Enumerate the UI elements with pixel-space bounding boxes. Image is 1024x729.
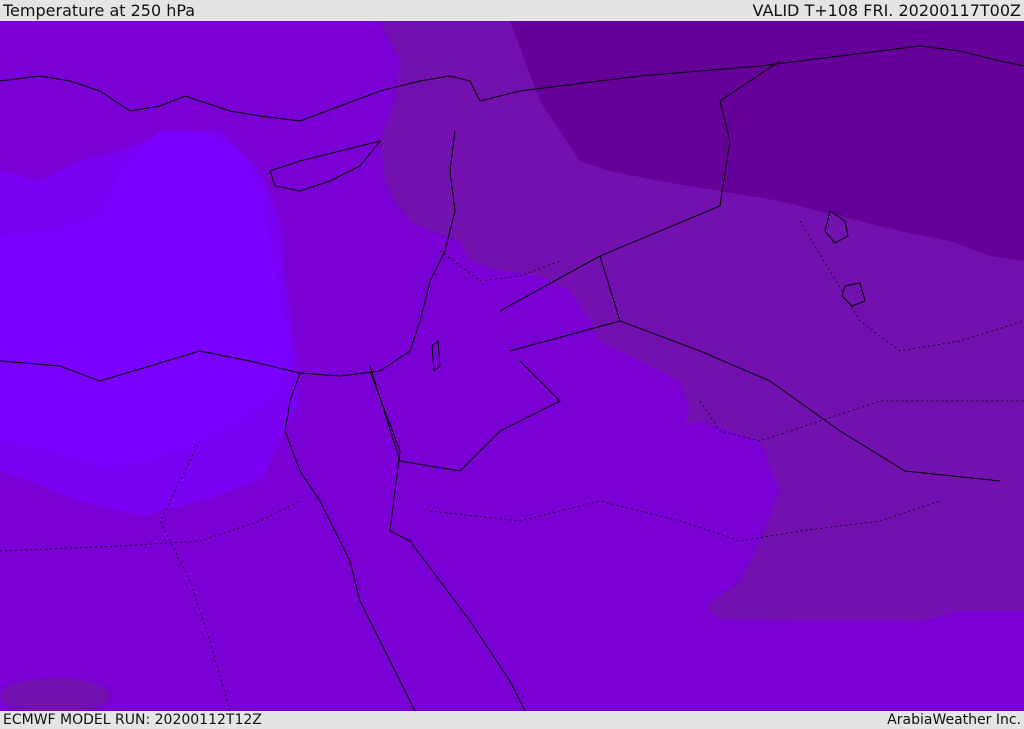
dead-sea — [431, 339, 441, 373]
model-run-label: ECMWF MODEL RUN: 20200112T12Z — [3, 712, 262, 728]
valid-time-label: VALID T+108 FRI. 20200117T00Z — [752, 1, 1021, 20]
footer-bar: ECMWF MODEL RUN: 20200112T12Z ArabiaWeat… — [0, 711, 1024, 729]
header-bar: Temperature at 250 hPa VALID T+108 FRI. … — [0, 0, 1024, 21]
map-title: Temperature at 250 hPa — [3, 1, 196, 20]
provider-label: ArabiaWeather Inc. — [887, 712, 1021, 728]
temperature-map — [0, 21, 1024, 711]
